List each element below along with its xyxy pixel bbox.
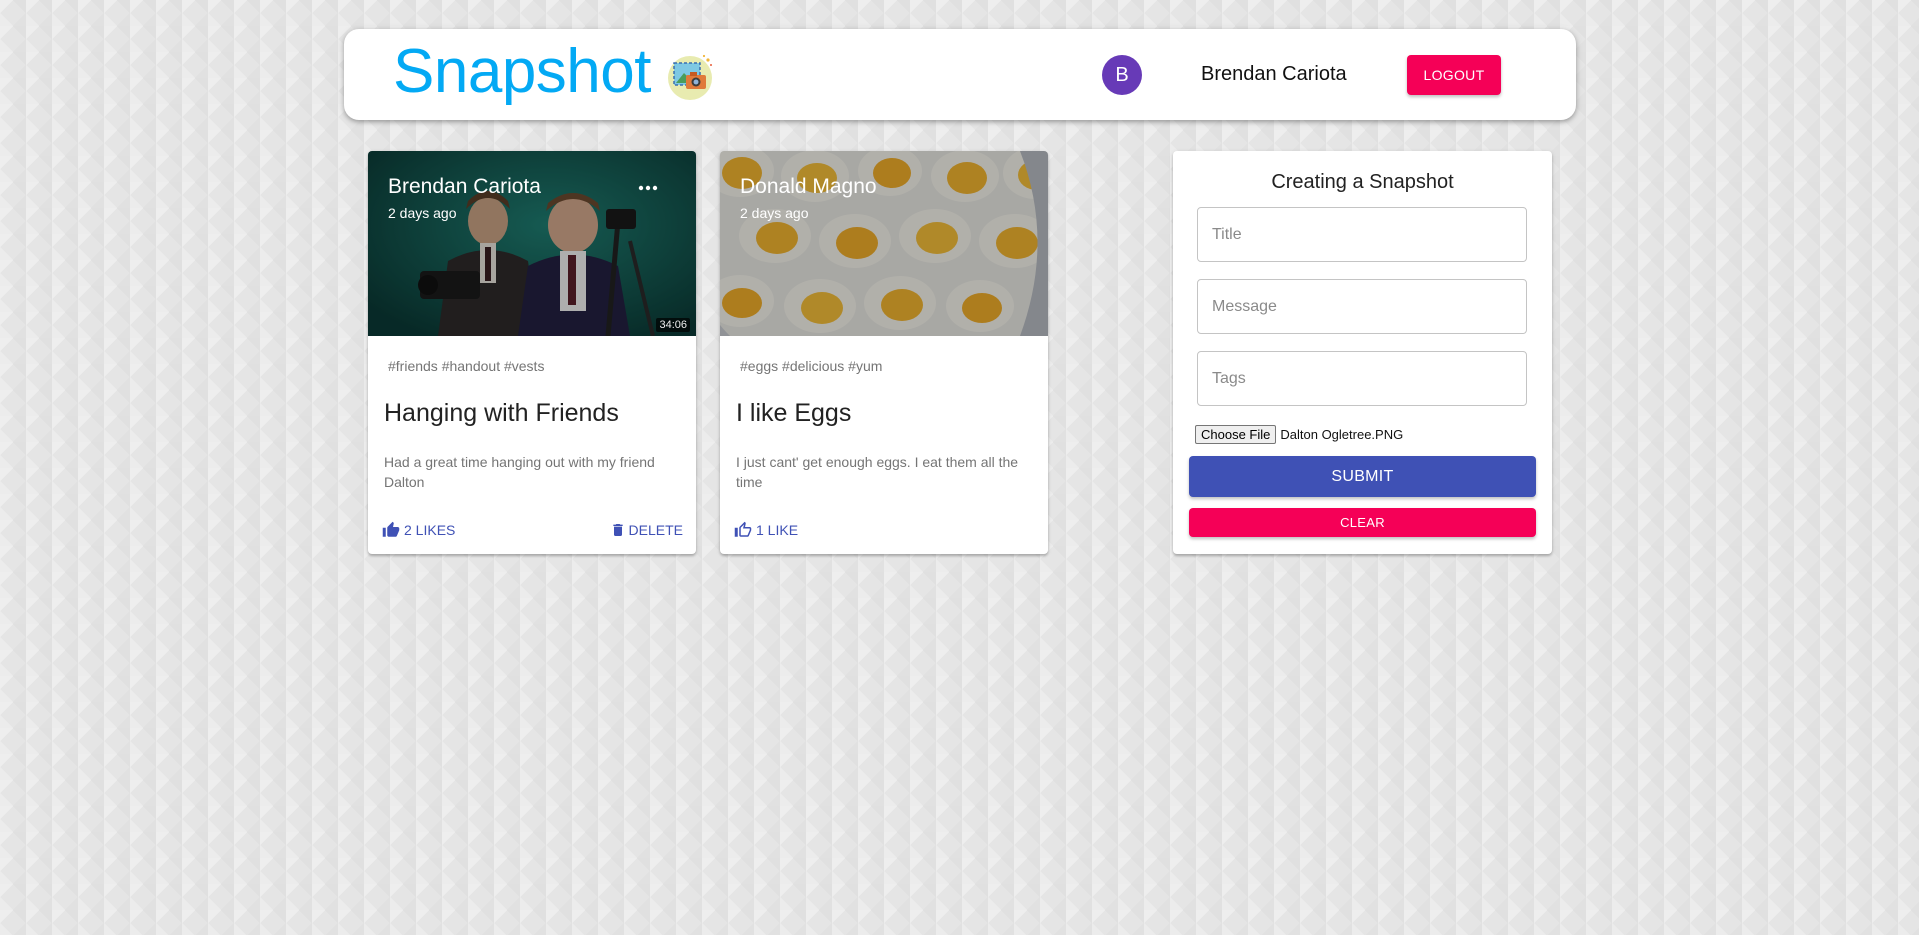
choose-file-button[interactable]: Choose File <box>1195 425 1277 444</box>
post-card: Brendan Cariota 2 days ago 34:06 #friend… <box>368 151 696 554</box>
selected-file-name: Dalton Ogletree.PNG <box>1280 427 1404 442</box>
like-count: 1 LIKE <box>756 522 799 538</box>
title-input[interactable] <box>1197 207 1527 262</box>
user-name: Brendan Cariota <box>1201 63 1347 85</box>
thumb-up-outline-icon <box>734 521 752 539</box>
more-horizontal-icon[interactable] <box>636 177 660 197</box>
brand-title[interactable]: Snapshot <box>393 37 652 107</box>
post-title: Hanging with Friends <box>384 399 619 427</box>
thumb-up-filled-icon <box>382 521 400 539</box>
tags-input[interactable] <box>1197 351 1527 406</box>
trash-icon <box>610 521 626 539</box>
post-tags: #eggs #delicious #yum <box>740 358 883 374</box>
post-created-time: 2 days ago <box>388 205 457 221</box>
post-media-image: Donald Magno 2 days ago <box>720 151 1048 336</box>
like-button[interactable]: 2 LIKES <box>382 521 455 539</box>
post-card: Donald Magno 2 days ago #eggs #delicious… <box>720 151 1048 554</box>
avatar: B <box>1102 55 1142 95</box>
file-picker: Choose File Dalton Ogletree.PNG <box>1195 425 1403 444</box>
delete-label: DELETE <box>628 522 683 538</box>
delete-button[interactable]: DELETE <box>610 521 683 539</box>
message-input[interactable] <box>1197 279 1527 334</box>
post-message: Had a great time hanging out with my fri… <box>384 454 655 490</box>
like-button[interactable]: 1 LIKE <box>734 521 798 539</box>
media-badge: 34:06 <box>656 318 690 332</box>
submit-button[interactable]: SUBMIT <box>1189 456 1536 497</box>
post-creator: Donald Magno <box>740 175 877 198</box>
app-bar: Snapshot B Brendan Cariota LOGOUT <box>344 29 1576 120</box>
create-snapshot-form: Creating a Snapshot Choose File Dalton O… <box>1173 151 1552 554</box>
post-media-image: Brendan Cariota 2 days ago 34:06 <box>368 151 696 336</box>
post-title: I like Eggs <box>736 399 852 427</box>
post-message: I just cant' get enough eggs. I eat them… <box>736 454 1019 490</box>
clear-button[interactable]: CLEAR <box>1189 508 1536 537</box>
post-creator: Brendan Cariota <box>388 175 541 198</box>
post-tags: #friends #handout #vests <box>388 358 545 374</box>
like-count: 2 LIKES <box>404 522 456 538</box>
post-created-time: 2 days ago <box>740 205 809 221</box>
brand-logo-icon <box>666 51 716 101</box>
logout-button[interactable]: LOGOUT <box>1407 55 1501 95</box>
form-title: Creating a Snapshot <box>1271 171 1454 193</box>
